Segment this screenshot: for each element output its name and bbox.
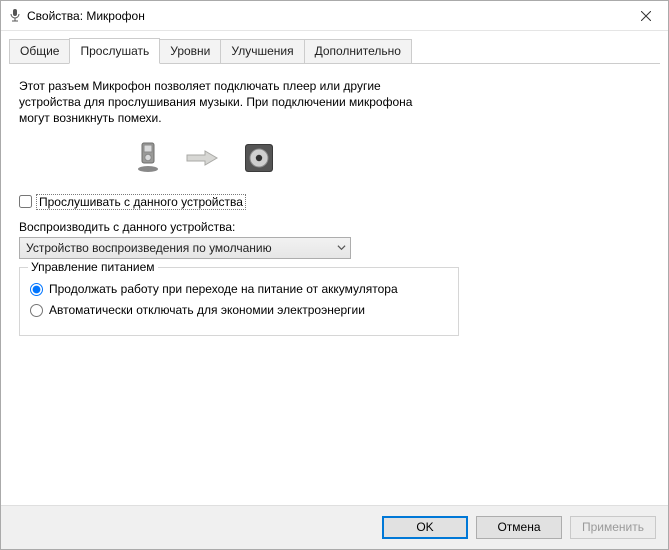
power-management-group: Управление питанием Продолжать работу пр… <box>19 267 459 336</box>
close-button[interactable] <box>623 1 668 30</box>
power-radio-autooff[interactable] <box>30 304 43 317</box>
button-label: Применить <box>582 520 644 534</box>
tab-enhancements[interactable]: Улучшения <box>220 39 304 64</box>
tab-advanced[interactable]: Дополнительно <box>304 39 412 64</box>
playback-device-label: Воспроизводить с данного устройства: <box>19 220 650 234</box>
window-title: Свойства: Микрофон <box>27 9 145 23</box>
arrow-right-icon <box>185 149 219 170</box>
tab-label: Прослушать <box>80 44 149 58</box>
tab-listen[interactable]: Прослушать <box>69 38 160 64</box>
description-text: Этот разъем Микрофон позволяет подключат… <box>19 78 439 127</box>
tabbar: Общие Прослушать Уровни Улучшения Дополн… <box>1 31 668 64</box>
tab-content: Этот разъем Микрофон позволяет подключат… <box>1 64 668 505</box>
speaker-device-icon <box>243 142 275 177</box>
listen-checkbox-label: Прослушивать с данного устройства <box>36 194 246 210</box>
power-option-label: Продолжать работу при переходе на питани… <box>49 282 398 298</box>
routing-illustration <box>19 137 650 190</box>
tab-levels[interactable]: Уровни <box>159 39 221 64</box>
tab-label: Уровни <box>170 44 210 58</box>
listen-checkbox-row[interactable]: Прослушивать с данного устройства <box>19 194 650 210</box>
microphone-icon <box>9 9 21 23</box>
tab-label: Улучшения <box>231 44 293 58</box>
apply-button: Применить <box>570 516 656 539</box>
dialog-footer: OK Отмена Применить <box>1 505 668 549</box>
close-icon <box>641 11 651 21</box>
window-title-wrap: Свойства: Микрофон <box>9 9 623 23</box>
tab-label: Общие <box>20 44 59 58</box>
chevron-down-icon <box>337 241 346 255</box>
tab-general[interactable]: Общие <box>9 39 70 64</box>
ok-button[interactable]: OK <box>382 516 468 539</box>
button-label: OK <box>416 520 433 534</box>
power-management-legend: Управление питанием <box>28 260 158 274</box>
power-radio-continue[interactable] <box>30 283 43 296</box>
button-label: Отмена <box>497 520 540 534</box>
listen-checkbox[interactable] <box>19 195 32 208</box>
cancel-button[interactable]: Отмена <box>476 516 562 539</box>
playback-device-value: Устройство воспроизведения по умолчанию <box>26 241 272 255</box>
power-option-continue[interactable]: Продолжать работу при переходе на питани… <box>30 282 448 298</box>
titlebar: Свойства: Микрофон <box>1 1 668 31</box>
properties-dialog: Свойства: Микрофон Общие Прослушать Уров… <box>0 0 669 550</box>
tab-label: Дополнительно <box>315 44 401 58</box>
power-option-label: Автоматически отключать для экономии эле… <box>49 303 365 319</box>
power-option-autooff[interactable]: Автоматически отключать для экономии эле… <box>30 303 448 319</box>
player-device-icon <box>135 141 161 178</box>
playback-device-select[interactable]: Устройство воспроизведения по умолчанию <box>19 237 351 259</box>
